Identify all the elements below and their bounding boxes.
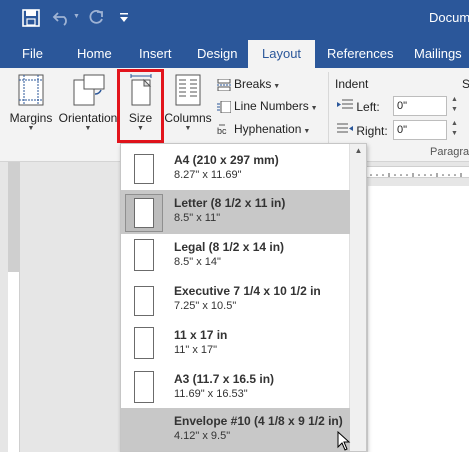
vertical-ruler (8, 162, 20, 452)
indent-title: Indent (335, 77, 369, 91)
line-numbers-icon (217, 100, 232, 114)
size-item-name: 11 x 17 in (174, 328, 228, 342)
size-item-dims: 11" x 17" (174, 344, 218, 356)
mouse-pointer-icon (337, 430, 351, 451)
indent-right-input[interactable]: 0" (393, 120, 447, 140)
hyphenation-button[interactable]: bc Hyphenation ▼ (217, 122, 310, 136)
size-item-name: Envelope #10 (4 1/8 x 9 1/2 in) (174, 414, 343, 428)
ribbon-tabs: File Home Insert Design Layout Reference… (0, 40, 469, 68)
size-item-name: A3 (11.7 x 16.5 in) (174, 372, 275, 386)
redo-icon[interactable] (87, 9, 105, 32)
spin-down-icon[interactable]: ▼ (451, 106, 458, 114)
undo-icon[interactable] (52, 9, 72, 32)
hyphenation-icon: bc (217, 124, 231, 136)
spin-up-icon[interactable]: ▲ (451, 120, 458, 128)
spin-down-icon[interactable]: ▼ (451, 130, 458, 138)
ribbon-separator (328, 72, 329, 152)
indent-right-label: Right: (337, 123, 388, 138)
size-item-name: Executive 7 1/4 x 10 1/2 in (174, 284, 321, 298)
undo-dropdown-icon[interactable]: ▼ (73, 13, 80, 20)
line-numbers-label: Line Numbers (234, 99, 309, 113)
orientation-button[interactable]: Orientation ▼ (56, 74, 120, 133)
breaks-icon (217, 78, 231, 92)
customize-toolbar-icon[interactable] (119, 11, 129, 29)
chevron-down-icon: ▼ (308, 105, 318, 112)
tab-design[interactable]: Design (197, 40, 237, 68)
columns-button[interactable]: Columns ▼ (163, 74, 213, 133)
page-thumbnail-icon (134, 239, 154, 271)
breaks-button[interactable]: Breaks ▼ (217, 77, 281, 92)
size-item-a3[interactable]: A3 (11.7 x 16.5 in) 11.69" x 16.53" (121, 366, 350, 410)
menu-scrollbar[interactable]: ▲ (349, 144, 366, 451)
indent-left-input[interactable]: 0" (393, 96, 447, 116)
columns-icon (175, 74, 201, 109)
tab-insert[interactable]: Insert (139, 40, 172, 68)
margins-icon (18, 74, 44, 109)
chevron-down-icon: ▼ (27, 125, 35, 132)
size-item-dims: 11.69" x 16.53" (174, 388, 248, 400)
chevron-down-icon: ▼ (271, 83, 281, 90)
tab-mailings[interactable]: Mailings (414, 40, 462, 68)
page-thumbnail-icon (134, 371, 154, 403)
breaks-label: Breaks (234, 77, 272, 91)
margins-label: Margins (9, 111, 53, 125)
scroll-up-icon[interactable]: ▲ (350, 146, 366, 155)
size-item-a4[interactable]: A4 (210 x 297 mm) 8.27" x 11.69" (121, 147, 350, 191)
size-item-legal[interactable]: Legal (8 1/2 x 14 in) 8.5" x 14" (121, 234, 350, 278)
page-thumbnail-icon (134, 286, 154, 316)
tab-layout[interactable]: Layout (248, 40, 316, 68)
chevron-down-icon: ▼ (301, 128, 311, 135)
tab-home[interactable]: Home (77, 40, 112, 68)
window-title: Docume (429, 10, 469, 25)
size-item-name: A4 (210 x 297 mm) (174, 153, 279, 167)
paragraph-group-label: Paragra (430, 146, 469, 158)
size-item-executive[interactable]: Executive 7 1/4 x 10 1/2 in 7.25" x 10.5… (121, 278, 350, 322)
chevron-down-icon: ▼ (84, 125, 92, 132)
indent-left-icon (337, 99, 353, 114)
orientation-icon (71, 74, 105, 109)
indent-right-icon (337, 123, 353, 138)
size-button-highlight (117, 69, 164, 143)
size-item-11x17[interactable]: 11 x 17 in 11" x 17" (121, 322, 350, 366)
size-item-name: Legal (8 1/2 x 14 in) (174, 240, 285, 254)
columns-label: Columns (164, 111, 212, 125)
size-item-dims: 4.12" x 9.5" (174, 430, 231, 442)
size-item-envelope-10[interactable]: Envelope #10 (4 1/8 x 9 1/2 in) 4.12" x … (121, 408, 350, 451)
orientation-label: Orientation (58, 111, 118, 125)
save-icon[interactable] (22, 9, 40, 32)
document-page[interactable] (368, 186, 469, 452)
spin-up-icon[interactable]: ▲ (451, 96, 458, 104)
line-numbers-button[interactable]: Line Numbers ▼ (217, 99, 318, 114)
spacing-title: S (462, 77, 469, 91)
size-item-letter[interactable]: Letter (8 1/2 x 11 in) 8.5" x 11" (121, 190, 350, 234)
size-item-name: Letter (8 1/2 x 11 in) (174, 196, 286, 210)
page-thumbnail-icon (134, 198, 154, 228)
margins-button[interactable]: Margins ▼ (6, 74, 56, 133)
page-thumbnail-icon (134, 154, 154, 184)
hyphenation-label: Hyphenation (234, 122, 302, 136)
size-item-dims: 8.5" x 14" (174, 256, 221, 268)
tab-references[interactable]: References (327, 40, 393, 68)
indent-left-label: Left: (337, 99, 380, 114)
chevron-down-icon: ▼ (184, 125, 192, 132)
page-size-menu: ▲ A4 (210 x 297 mm) 8.27" x 11.69" Lette… (120, 143, 367, 452)
page-thumbnail-icon (134, 327, 154, 359)
title-bar: ▼ Docume (0, 0, 469, 40)
horizontal-ruler (365, 166, 469, 178)
size-item-dims: 8.5" x 11" (174, 212, 221, 224)
size-item-dims: 7.25" x 10.5" (174, 300, 237, 312)
svg-text:bc: bc (217, 126, 227, 136)
tab-file[interactable]: File (22, 40, 43, 68)
size-item-dims: 8.27" x 11.69" (174, 169, 242, 181)
